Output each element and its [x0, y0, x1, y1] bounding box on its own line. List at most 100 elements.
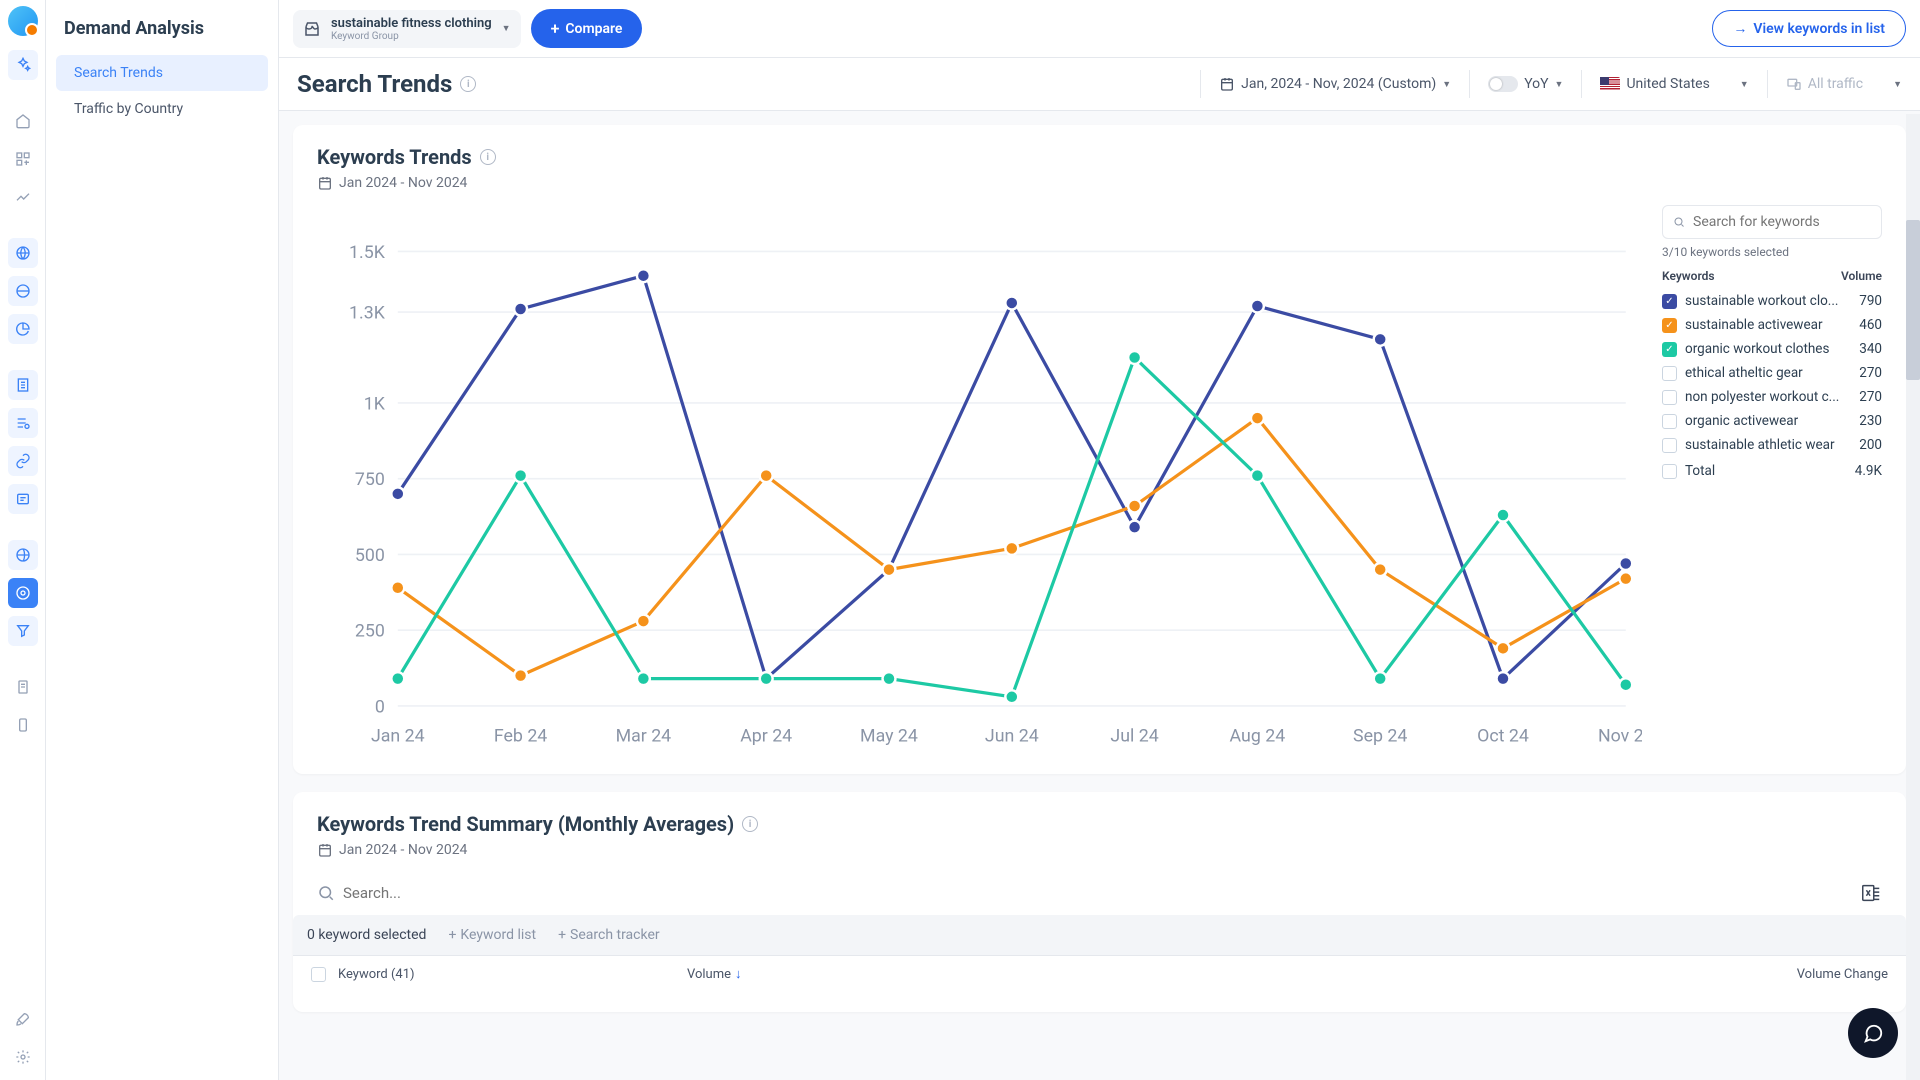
- chat-fab[interactable]: [1848, 1008, 1898, 1058]
- home-icon[interactable]: [8, 106, 38, 136]
- top-bar: sustainable fitness clothing Keyword Gro…: [279, 0, 1920, 58]
- legend-label: sustainable activewear: [1685, 317, 1851, 333]
- legend-item[interactable]: ethical atheltic gear270: [1662, 365, 1882, 381]
- section-heading: Search Trendsi: [297, 70, 476, 98]
- view-keywords-button[interactable]: →View keywords in list: [1712, 10, 1906, 47]
- legend-panel: 3/10 keywords selected KeywordsVolume ✓s…: [1662, 205, 1882, 754]
- rocket-icon[interactable]: [8, 1004, 38, 1034]
- apps-icon[interactable]: [8, 144, 38, 174]
- svg-text:250: 250: [355, 622, 385, 642]
- legend-item[interactable]: organic activewear 230: [1662, 413, 1882, 429]
- selected-count: 3/10 keywords selected: [1662, 245, 1882, 259]
- legend-item[interactable]: ✓sustainable workout clo...790: [1662, 293, 1882, 309]
- country-select[interactable]: United States▼: [1600, 76, 1748, 92]
- calendar-icon: [317, 175, 333, 191]
- page-title: Demand Analysis: [56, 18, 268, 55]
- funnel-icon[interactable]: [8, 616, 38, 646]
- card-icon[interactable]: [8, 484, 38, 514]
- card-title: Keywords Trend Summary (Monthly Averages…: [317, 812, 734, 836]
- avatar[interactable]: [8, 6, 38, 36]
- checkbox[interactable]: [1662, 366, 1677, 381]
- yoy-toggle[interactable]: YoY▼: [1488, 76, 1563, 92]
- demand-icon[interactable]: [8, 578, 38, 608]
- compare-button[interactable]: +Compare: [531, 9, 643, 48]
- doc-icon[interactable]: [8, 672, 38, 702]
- legend-item[interactable]: non polyester workout c...270: [1662, 389, 1882, 405]
- table-action-bar: 0 keyword selected +Keyword list +Search…: [293, 915, 1906, 955]
- info-icon[interactable]: i: [480, 149, 496, 165]
- link-icon[interactable]: [8, 446, 38, 476]
- legend-volume: 790: [1859, 293, 1882, 309]
- pie-icon[interactable]: [8, 314, 38, 344]
- search-list-icon[interactable]: [8, 408, 38, 438]
- info-icon[interactable]: i: [460, 76, 476, 92]
- card-date: Jan 2024 - Nov 2024: [339, 842, 467, 858]
- checkbox[interactable]: [1662, 414, 1677, 429]
- legend-volume: 270: [1859, 389, 1882, 405]
- svg-text:750: 750: [355, 470, 385, 490]
- checkbox[interactable]: ✓: [1662, 294, 1677, 309]
- select-all-checkbox[interactable]: [311, 967, 326, 982]
- legend-volume: 230: [1859, 413, 1882, 429]
- scrollbar-thumb[interactable]: [1906, 220, 1920, 380]
- date-range-picker[interactable]: Jan, 2024 - Nov, 2024 (Custom)▼: [1219, 76, 1451, 92]
- building-icon[interactable]: [8, 370, 38, 400]
- svg-text:1K: 1K: [364, 394, 386, 414]
- summary-card: Keywords Trend Summary (Monthly Averages…: [293, 792, 1906, 1012]
- checkbox[interactable]: [1662, 464, 1677, 479]
- svg-text:Apr 24: Apr 24: [740, 726, 792, 746]
- store-icon: [303, 20, 321, 38]
- keyword-chip[interactable]: sustainable fitness clothing Keyword Gro…: [293, 10, 521, 48]
- search-icon: [1673, 214, 1685, 230]
- keyword-search[interactable]: [1662, 205, 1882, 239]
- svg-text:Jan 24: Jan 24: [371, 726, 425, 746]
- legend-volume: 200: [1859, 437, 1882, 453]
- svg-text:0: 0: [375, 697, 385, 717]
- calendar-icon: [1219, 76, 1235, 92]
- summary-search-input[interactable]: [343, 884, 1882, 902]
- line-chart: 02505007501K1.3K1.5KJan 24Feb 24Mar 24Ap…: [317, 205, 1642, 754]
- legend-label: organic activewear: [1685, 413, 1851, 429]
- checkbox[interactable]: ✓: [1662, 318, 1677, 333]
- globe2-icon[interactable]: [8, 276, 38, 306]
- svg-text:500: 500: [355, 546, 385, 566]
- svg-text:1.5K: 1.5K: [349, 243, 386, 263]
- side-nav: Demand Analysis Search TrendsTraffic by …: [46, 0, 279, 1080]
- legend-label: sustainable athletic wear: [1685, 437, 1851, 453]
- content-area: Keywords Trendsi Jan 2024 - Nov 2024 025…: [279, 111, 1920, 1080]
- globe-icon[interactable]: [8, 238, 38, 268]
- svg-text:Nov 24: Nov 24: [1598, 726, 1642, 746]
- checkbox[interactable]: [1662, 438, 1677, 453]
- keyword-list-button[interactable]: +Keyword list: [448, 927, 536, 943]
- svg-text:Mar 24: Mar 24: [616, 726, 672, 746]
- sort-arrow-icon[interactable]: ↓: [735, 966, 742, 982]
- globe3-icon[interactable]: [8, 540, 38, 570]
- legend-volume: 460: [1859, 317, 1882, 333]
- legend-item[interactable]: ✓ sustainable activewear 460: [1662, 317, 1882, 333]
- toggle-switch[interactable]: [1488, 76, 1518, 92]
- sidenav-item[interactable]: Traffic by Country: [56, 91, 268, 127]
- svg-text:Jun 24: Jun 24: [985, 726, 1039, 746]
- traffic-select[interactable]: All traffic▼: [1786, 76, 1902, 92]
- checkbox[interactable]: [1662, 390, 1677, 405]
- settings-icon[interactable]: [8, 1042, 38, 1072]
- calendar-icon: [317, 842, 333, 858]
- sidenav-item[interactable]: Search Trends: [56, 55, 268, 91]
- legend-item[interactable]: sustainable athletic wear 200: [1662, 437, 1882, 453]
- keywords-trends-card: Keywords Trendsi Jan 2024 - Nov 2024 025…: [293, 125, 1906, 774]
- table-header: Keyword (41) Volume↓ Volume Change: [293, 955, 1906, 992]
- keyword-search-input[interactable]: [1693, 214, 1871, 230]
- legend-item[interactable]: ✓organic workout clothes340: [1662, 341, 1882, 357]
- controls-bar: Search Trendsi Jan, 2024 - Nov, 2024 (Cu…: [279, 58, 1920, 111]
- trend-icon[interactable]: [8, 182, 38, 212]
- svg-text:Sep 24: Sep 24: [1353, 726, 1407, 746]
- mobile-icon[interactable]: [8, 710, 38, 740]
- export-excel-icon[interactable]: [1860, 882, 1882, 904]
- chat-icon: [1862, 1022, 1884, 1044]
- legend-total[interactable]: Total 4.9K: [1662, 463, 1882, 479]
- search-tracker-button[interactable]: +Search tracker: [558, 927, 660, 943]
- ai-icon[interactable]: [8, 50, 38, 80]
- svg-text:Oct 24: Oct 24: [1477, 726, 1529, 746]
- info-icon[interactable]: i: [742, 816, 758, 832]
- checkbox[interactable]: ✓: [1662, 342, 1677, 357]
